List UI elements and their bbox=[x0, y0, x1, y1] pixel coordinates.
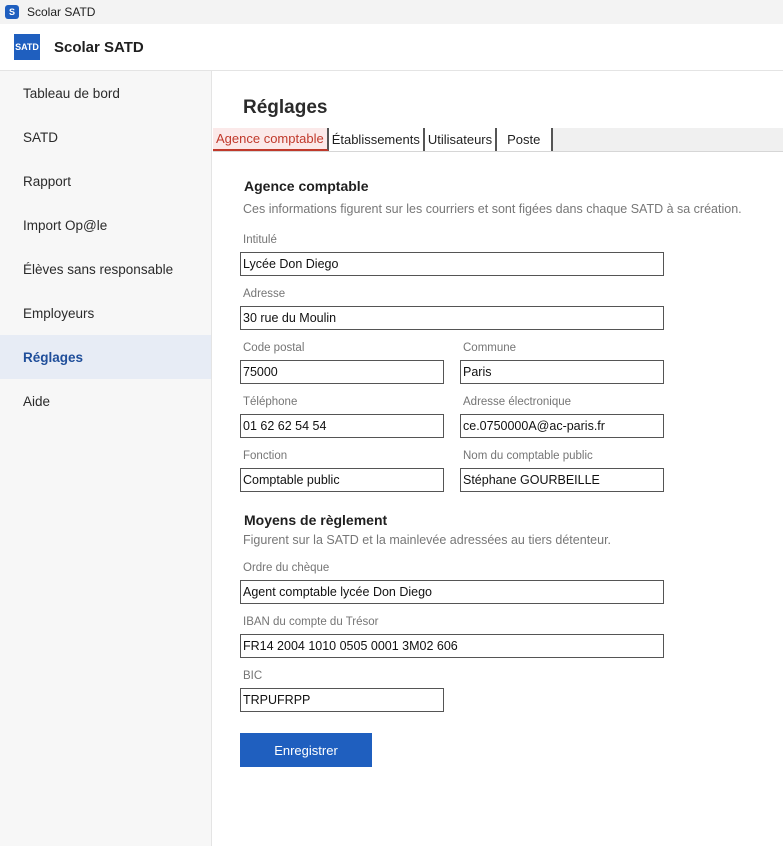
nom-comptable-label: Nom du comptable public bbox=[463, 450, 593, 462]
sidebar-item-reglages[interactable]: Réglages bbox=[0, 335, 211, 379]
adresse-input[interactable] bbox=[240, 306, 664, 330]
email-input[interactable] bbox=[460, 414, 664, 438]
tab-agence-comptable[interactable]: Agence comptable bbox=[213, 128, 329, 151]
fonction-input[interactable] bbox=[240, 468, 444, 492]
main-content: Réglages Agence comptable Établissements… bbox=[213, 71, 783, 846]
section-title-agence: Agence comptable bbox=[244, 178, 369, 194]
logo-text-line1: SAT bbox=[15, 41, 33, 52]
sidebar: Tableau de bord SATD Rapport Import Op@l… bbox=[0, 71, 212, 846]
section-title-reglement: Moyens de règlement bbox=[244, 512, 388, 528]
app-window-icon: S bbox=[5, 5, 19, 19]
tab-poste[interactable]: Poste bbox=[497, 128, 554, 151]
intitule-label: Intitulé bbox=[243, 234, 277, 246]
nom-comptable-input[interactable] bbox=[460, 468, 664, 492]
window-titlebar: S Scolar SATD bbox=[0, 0, 783, 24]
app-header: SAT D Scolar SATD bbox=[0, 24, 783, 71]
sidebar-item-employeurs[interactable]: Employeurs bbox=[0, 291, 211, 335]
sidebar-item-import-opale[interactable]: Import Op@le bbox=[0, 203, 211, 247]
intitule-input[interactable] bbox=[240, 252, 664, 276]
tab-utilisateurs[interactable]: Utilisateurs bbox=[424, 128, 498, 151]
sidebar-item-rapport[interactable]: Rapport bbox=[0, 159, 211, 203]
page-title: Réglages bbox=[243, 97, 328, 118]
window-title: Scolar SATD bbox=[27, 5, 96, 19]
code-postal-input[interactable] bbox=[240, 360, 444, 384]
iban-label: IBAN du compte du Trésor bbox=[243, 616, 379, 628]
commune-label: Commune bbox=[463, 342, 517, 354]
section-description-agence: Ces informations figurent sur les courri… bbox=[243, 202, 742, 216]
fonction-label: Fonction bbox=[243, 450, 288, 462]
code-postal-label: Code postal bbox=[243, 342, 305, 354]
settings-tabs: Agence comptable Établissements Utilisat… bbox=[213, 128, 783, 152]
save-button[interactable]: Enregistrer bbox=[240, 733, 372, 767]
sidebar-item-tableau-de-bord[interactable]: Tableau de bord bbox=[0, 71, 211, 115]
telephone-label: Téléphone bbox=[243, 396, 298, 408]
ordre-cheque-label: Ordre du chèque bbox=[243, 562, 330, 574]
logo-text-line2: D bbox=[32, 41, 39, 52]
email-label: Adresse électronique bbox=[463, 396, 572, 408]
telephone-input[interactable] bbox=[240, 414, 444, 438]
bic-input[interactable] bbox=[240, 688, 444, 712]
sidebar-item-aide[interactable]: Aide bbox=[0, 379, 211, 423]
app-logo: SAT D bbox=[14, 34, 40, 60]
ordre-cheque-input[interactable] bbox=[240, 580, 664, 604]
iban-input[interactable] bbox=[240, 634, 664, 658]
bic-label: BIC bbox=[243, 670, 263, 682]
adresse-label: Adresse bbox=[243, 288, 286, 300]
app-name: Scolar SATD bbox=[54, 38, 144, 56]
commune-input[interactable] bbox=[460, 360, 664, 384]
tab-etablissements[interactable]: Établissements bbox=[328, 128, 425, 151]
section-description-reglement: Figurent sur la SATD et la mainlevée adr… bbox=[243, 533, 612, 547]
sidebar-item-satd[interactable]: SATD bbox=[0, 115, 211, 159]
sidebar-item-eleves-sans-responsable[interactable]: Élèves sans responsable bbox=[0, 247, 211, 291]
